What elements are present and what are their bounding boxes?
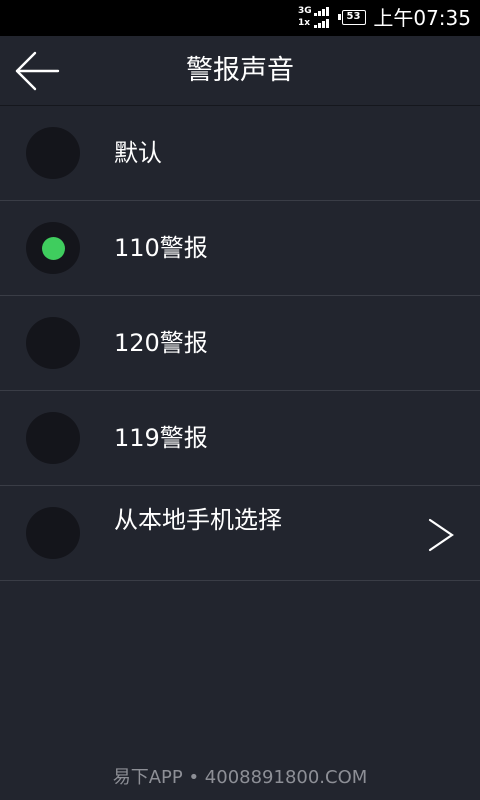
signal-icon: 3G 1x: [298, 5, 334, 31]
option-label: 120警报: [114, 329, 208, 357]
screen: 3G 1x 53 上午07:35 警报声音 默认 110警报 120警报 119…: [0, 0, 480, 800]
option-119-alarm[interactable]: 119警报: [0, 391, 480, 486]
option-default[interactable]: 默认: [0, 106, 480, 201]
title-bar: 警报声音: [0, 36, 480, 106]
option-label: 119警报: [114, 424, 208, 452]
status-bar: 3G 1x 53 上午07:35: [0, 0, 480, 36]
chevron-right-icon: [428, 518, 454, 552]
radio-button[interactable]: [26, 507, 80, 559]
option-label: 从本地手机选择: [114, 506, 282, 534]
option-110-alarm[interactable]: 110警报: [0, 201, 480, 296]
option-120-alarm[interactable]: 120警报: [0, 296, 480, 391]
status-time: 上午07:35: [373, 6, 471, 30]
option-label: 110警报: [114, 234, 208, 262]
radio-button[interactable]: [26, 412, 80, 464]
battery-level: 53: [346, 11, 361, 22]
signal-bars-secondary: [314, 19, 332, 28]
radio-button[interactable]: [26, 127, 80, 179]
option-choose-from-phone[interactable]: 从本地手机选择: [0, 486, 480, 581]
page-title: 警报声音: [186, 55, 294, 86]
option-label: 默认: [114, 139, 162, 167]
alarm-sound-list: 默认 110警报 120警报 119警报 从本地手机选择: [0, 106, 480, 581]
radio-button-selected[interactable]: [26, 222, 80, 274]
network-type-secondary: 1x: [298, 18, 311, 28]
arrow-left-icon: [15, 51, 60, 91]
signal-bars-primary: [314, 7, 332, 16]
network-type-primary: 3G: [298, 6, 312, 16]
footer-watermark: 易下APP • 4008891800.COM: [112, 767, 368, 788]
radio-button[interactable]: [26, 317, 80, 369]
radio-selected-dot: [42, 237, 65, 260]
battery-icon: 53: [338, 10, 366, 25]
back-button[interactable]: [8, 44, 64, 98]
